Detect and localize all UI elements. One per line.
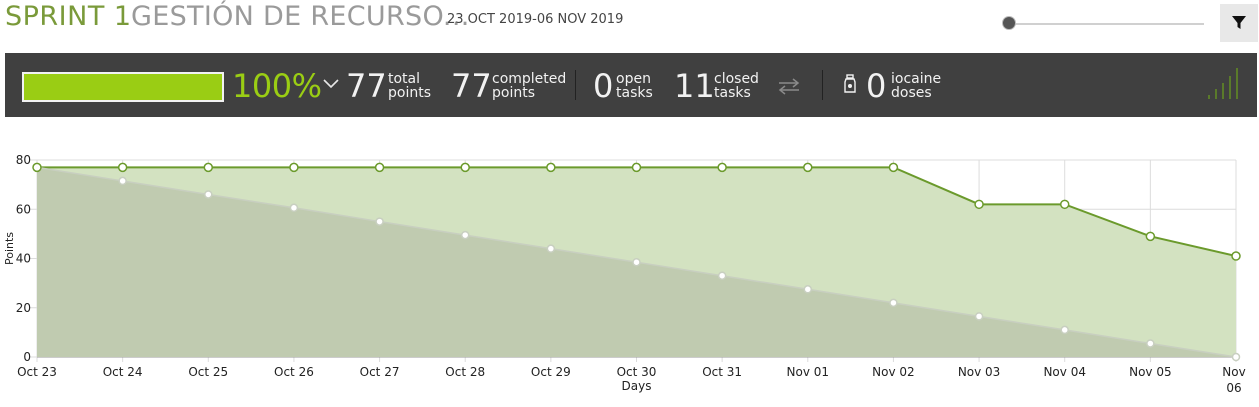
ideal-point xyxy=(803,285,813,294)
actual-point xyxy=(803,162,813,173)
actual-point xyxy=(546,162,556,173)
x-tick-label: Oct 29 xyxy=(531,365,571,379)
ideal-point xyxy=(546,244,556,253)
actual-point xyxy=(631,162,642,173)
swap-arrows-icon[interactable] xyxy=(777,77,801,95)
actual-point xyxy=(289,162,299,173)
actual-point xyxy=(117,162,128,173)
x-tick-label: Nov 03 xyxy=(958,365,1001,379)
summary-divider xyxy=(575,70,576,100)
actual-point xyxy=(717,162,727,173)
ideal-point xyxy=(1231,352,1241,362)
x-tick-label: Oct 28 xyxy=(445,365,485,379)
filter-button[interactable] xyxy=(1220,4,1258,42)
ideal-point xyxy=(375,217,384,226)
actual-point xyxy=(203,162,214,173)
ideal-point xyxy=(1146,339,1155,348)
closed-tasks-value: 11 xyxy=(674,67,715,105)
sprint-date-range: 23 OCT 2019-06 NOV 2019 xyxy=(447,12,624,27)
x-tick-label: Nov 01 xyxy=(787,365,830,379)
slider-knob[interactable] xyxy=(1002,16,1016,30)
actual-point xyxy=(1145,231,1156,242)
x-tick-label: Nov 04 xyxy=(1043,365,1086,379)
x-tick-label: Nov xyxy=(1222,365,1245,379)
iocaine-doses-label: iocaine doses xyxy=(891,71,942,101)
x-tick-label: Oct 26 xyxy=(274,365,314,379)
sprint-summary-bar: 100% 77 total points 77 completed points 0… xyxy=(5,53,1257,117)
progress-percent: 100% xyxy=(232,67,322,105)
actual-point xyxy=(460,162,470,173)
slider-track[interactable] xyxy=(1010,23,1204,25)
x-tick-label: Oct 25 xyxy=(188,365,228,379)
actual-point xyxy=(32,162,42,173)
x-tick-label: Oct 30 xyxy=(617,365,657,379)
summary-divider xyxy=(822,70,823,100)
actual-point xyxy=(1059,199,1070,210)
ideal-point xyxy=(632,257,641,267)
iocaine-bottle-icon xyxy=(844,74,856,93)
progress-bar xyxy=(22,72,224,102)
chevron-down-icon[interactable] xyxy=(323,79,339,89)
iocaine-doses-value: 0 xyxy=(866,67,887,105)
open-tasks-label: open tasks xyxy=(616,71,653,101)
y-axis-label: Points xyxy=(3,232,16,265)
sprint-name[interactable]: GESTIÓN DE RECURSO... xyxy=(131,1,470,32)
ideal-point xyxy=(289,203,299,213)
closed-tasks-label: closed tasks xyxy=(714,71,759,101)
open-tasks-value: 0 xyxy=(593,67,614,105)
x-tick-label: Nov 05 xyxy=(1129,365,1172,379)
y-tick-label: 20 xyxy=(16,301,31,315)
actual-point xyxy=(888,162,899,173)
total-points-value: 77 xyxy=(346,67,387,105)
ideal-point xyxy=(460,230,470,240)
burndown-chart: Oct 23 Oct 24 Oct 25 Oct 26 Oct 27 Oct 28 Oct … xyxy=(3,153,1246,395)
y-tick-label: 0 xyxy=(23,350,31,364)
actual-point xyxy=(374,162,385,173)
x-tick-label: Oct 23 xyxy=(17,365,57,379)
sprint-header: SPRINT 1 GESTIÓN DE RECURSO... 23 OCT 20… xyxy=(0,0,1259,50)
completed-points-label: completed points xyxy=(492,71,567,101)
x-tick-label: Nov 02 xyxy=(872,365,915,379)
ideal-point xyxy=(974,312,984,321)
sprint-label: SPRINT 1 xyxy=(5,1,132,32)
ideal-point xyxy=(1060,325,1069,335)
x-tick-label: Oct 24 xyxy=(103,365,143,379)
filter-icon xyxy=(1232,16,1246,29)
actual-point xyxy=(974,199,984,210)
actual-point xyxy=(1231,251,1241,261)
graph-toggle-icon[interactable] xyxy=(1206,67,1246,101)
x-tick-label: Oct 27 xyxy=(360,365,400,379)
ideal-point xyxy=(889,298,898,308)
y-axis-ticks: 0 20 40 60 80 xyxy=(16,153,31,364)
x-tick-label: 06 xyxy=(1226,381,1241,395)
zoom-slider[interactable] xyxy=(1002,15,1204,33)
y-tick-label: 60 xyxy=(16,202,31,216)
completed-points-value: 77 xyxy=(451,67,492,105)
ideal-point xyxy=(204,190,213,199)
ideal-point xyxy=(118,176,127,186)
ideal-point xyxy=(717,271,727,280)
y-tick-label: 80 xyxy=(16,153,31,167)
x-axis-label: Days xyxy=(622,379,652,393)
y-tick-label: 40 xyxy=(16,252,31,266)
total-points-label: total points xyxy=(388,71,431,101)
x-tick-label: Oct 31 xyxy=(702,365,742,379)
